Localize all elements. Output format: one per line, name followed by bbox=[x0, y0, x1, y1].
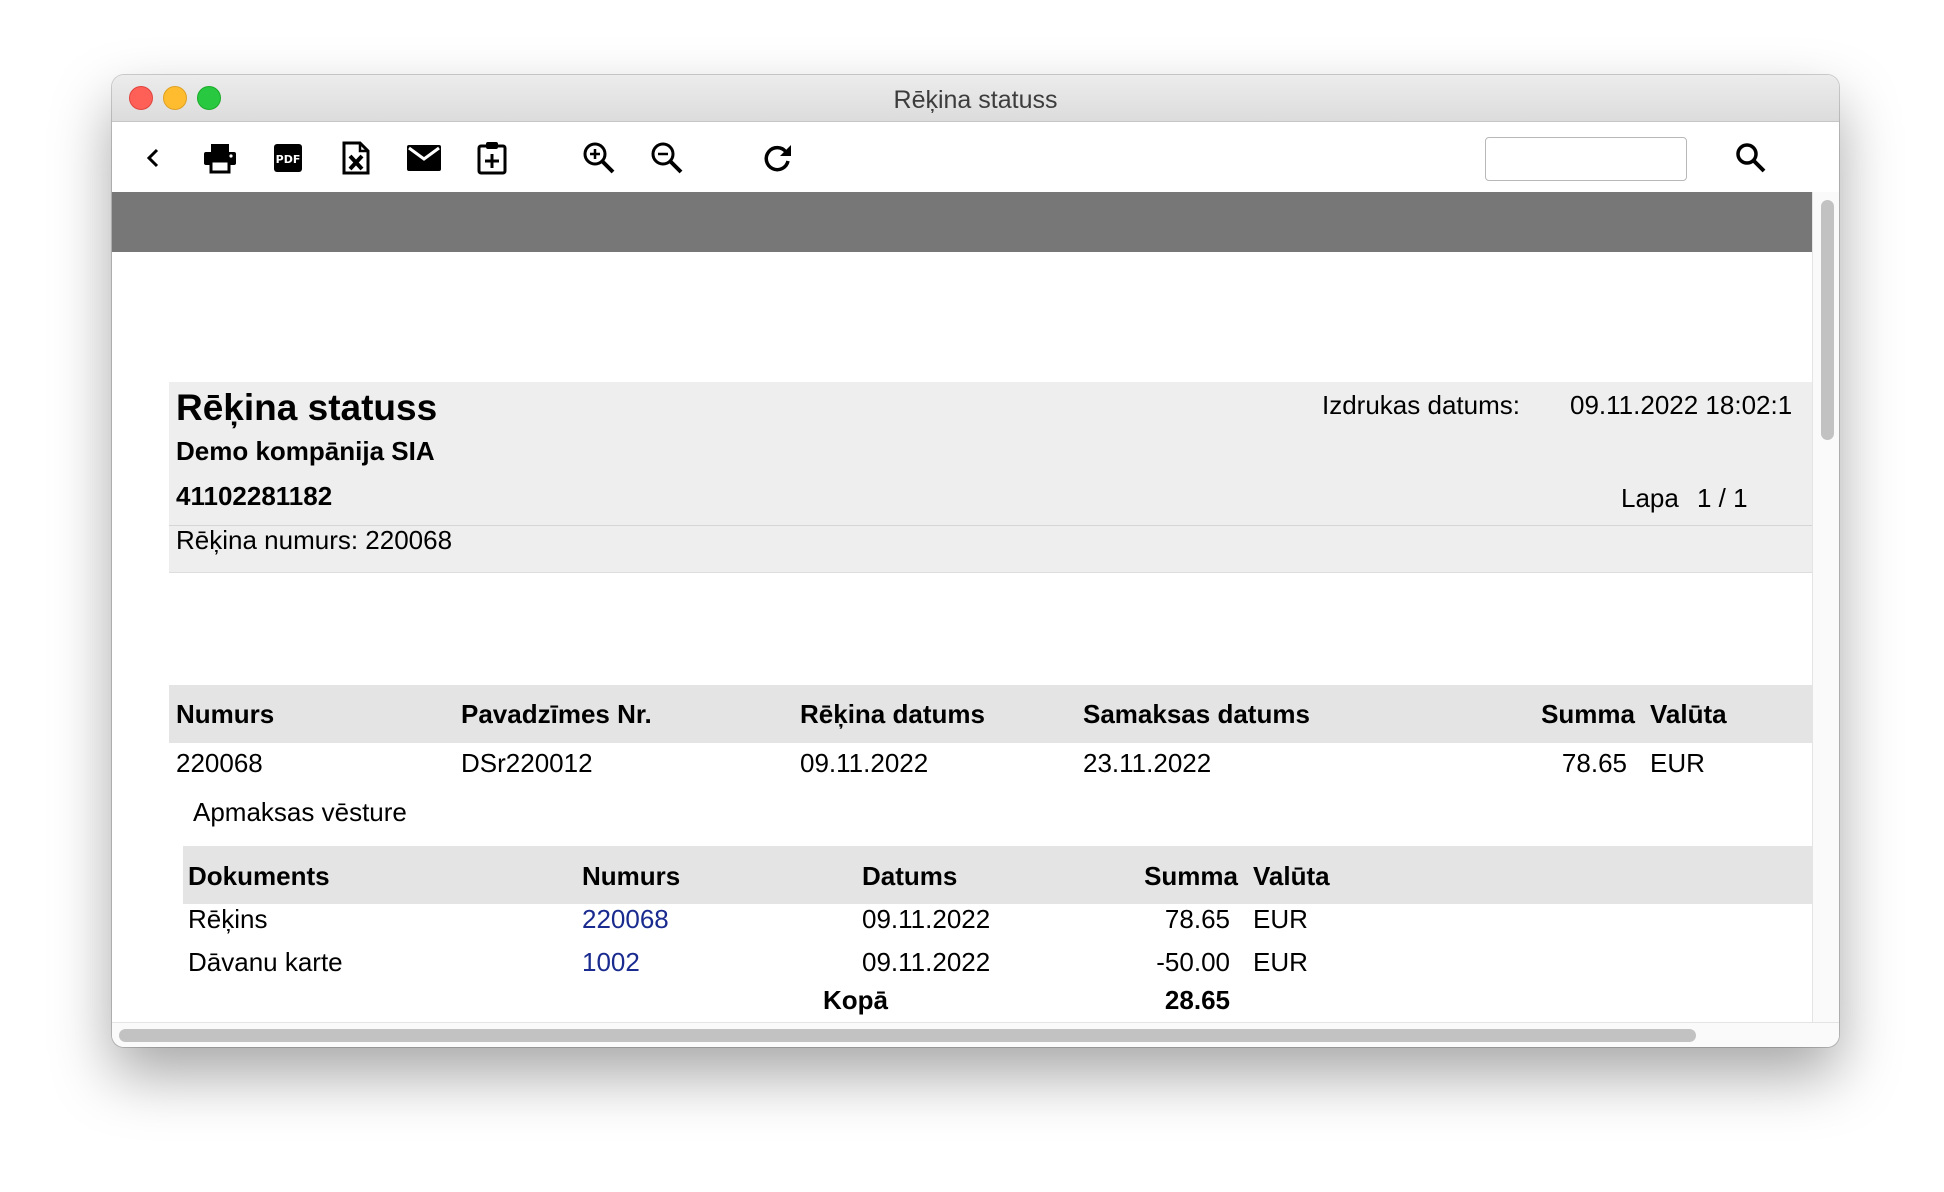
payment-table-header bbox=[183, 846, 1812, 904]
toolbar: PDF bbox=[112, 122, 1839, 192]
invoice-row-number: 220068 bbox=[176, 748, 263, 778]
payment-row-date: 09.11.2022 bbox=[862, 904, 991, 934]
excel-export-button[interactable] bbox=[334, 136, 378, 180]
title-bar: Rēķina statuss bbox=[112, 75, 1839, 122]
pdf-icon: PDF bbox=[274, 144, 302, 172]
report-title: Rēķina statuss bbox=[176, 387, 438, 428]
email-button[interactable] bbox=[402, 136, 446, 180]
payment-row-currency: EUR bbox=[1253, 947, 1308, 977]
search-input[interactable] bbox=[1485, 137, 1687, 181]
payment-total-value: 28.65 bbox=[1164, 985, 1230, 1015]
pay-col-header-amount: Summa bbox=[1144, 861, 1238, 891]
payment-row-date: 09.11.2022 bbox=[862, 947, 991, 977]
payment-row-number-link[interactable]: 220068 bbox=[582, 904, 669, 935]
chevron-left-icon bbox=[146, 148, 159, 168]
pdf-button[interactable]: PDF bbox=[266, 136, 310, 180]
invoice-row-amount: 78.65 bbox=[1561, 748, 1627, 778]
payment-row-amount: -50.00 bbox=[1156, 947, 1230, 977]
vertical-scrollbar[interactable] bbox=[1812, 192, 1839, 1022]
refresh-icon bbox=[764, 145, 791, 172]
pay-col-header-number: Numurs bbox=[582, 861, 681, 891]
print-date-value: 09.11.2022 18:02:1 bbox=[1570, 390, 1793, 420]
print-date-label: Izdrukas datums: bbox=[1322, 390, 1520, 420]
pay-col-header-currency: Valūta bbox=[1253, 861, 1330, 891]
clipboard-button[interactable] bbox=[470, 136, 514, 180]
horizontal-scrollbar[interactable] bbox=[112, 1022, 1839, 1047]
invoice-row-waybill: DSr220012 bbox=[461, 748, 593, 778]
clipboard-add-icon bbox=[477, 142, 507, 175]
envelope-icon bbox=[407, 145, 441, 171]
zoom-in-button[interactable] bbox=[577, 136, 621, 180]
payment-row-amount: 78.65 bbox=[1164, 904, 1230, 934]
page-label: Lapa bbox=[1621, 483, 1679, 513]
report-window: Rēķina statuss PDF Rēķina statuss Demo k… bbox=[112, 75, 1839, 1047]
pay-col-header-date: Datums bbox=[862, 861, 958, 891]
col-header-waybill: Pavadzīmes Nr. bbox=[461, 699, 652, 729]
page-number: 1 / 1 bbox=[1697, 483, 1748, 513]
invoice-row-currency: EUR bbox=[1650, 748, 1705, 778]
horizontal-scroll-thumb[interactable] bbox=[119, 1029, 1696, 1042]
excel-icon bbox=[342, 141, 370, 175]
printer-icon bbox=[204, 144, 236, 174]
col-header-number: Numurs bbox=[176, 699, 275, 729]
col-header-invoice-date: Rēķina datums bbox=[800, 699, 985, 729]
invoice-row-invoice-date: 09.11.2022 bbox=[800, 748, 929, 778]
search-button[interactable] bbox=[1729, 136, 1773, 180]
report-header-band bbox=[112, 192, 1812, 252]
payment-row-number-link[interactable]: 1002 bbox=[582, 947, 640, 978]
payment-history-label: Apmaksas vēsture bbox=[193, 797, 407, 827]
svg-text:PDF: PDF bbox=[276, 153, 301, 166]
payment-row-currency: EUR bbox=[1253, 904, 1308, 934]
payment-total-label: Kopā bbox=[823, 985, 888, 1015]
vertical-scroll-thumb[interactable] bbox=[1821, 200, 1834, 440]
payment-row-document: Dāvanu karte bbox=[188, 947, 343, 977]
invoice-number-label: Rēķina numurs: 220068 bbox=[176, 525, 453, 555]
zoom-out-button[interactable] bbox=[645, 136, 689, 180]
invoice-row-payment-date: 23.11.2022 bbox=[1083, 748, 1212, 778]
col-header-amount: Summa bbox=[1541, 699, 1635, 729]
payment-row-document: Rēķins bbox=[188, 904, 268, 934]
refresh-button[interactable] bbox=[755, 136, 799, 180]
back-button[interactable] bbox=[132, 136, 176, 180]
print-button[interactable] bbox=[198, 136, 242, 180]
zoom-out-icon bbox=[651, 142, 683, 174]
company-reg-no: 41102281182 bbox=[176, 481, 333, 511]
report-content: Rēķina statuss Demo kompānija SIA 411022… bbox=[112, 192, 1812, 1022]
zoom-in-icon bbox=[583, 142, 615, 174]
search-icon bbox=[1736, 143, 1766, 173]
col-header-currency: Valūta bbox=[1650, 699, 1727, 729]
window-title: Rēķina statuss bbox=[893, 86, 1058, 114]
pay-col-header-document: Dokuments bbox=[188, 861, 330, 891]
col-header-payment-date: Samaksas datums bbox=[1083, 699, 1310, 729]
company-name: Demo kompānija SIA bbox=[176, 436, 435, 466]
